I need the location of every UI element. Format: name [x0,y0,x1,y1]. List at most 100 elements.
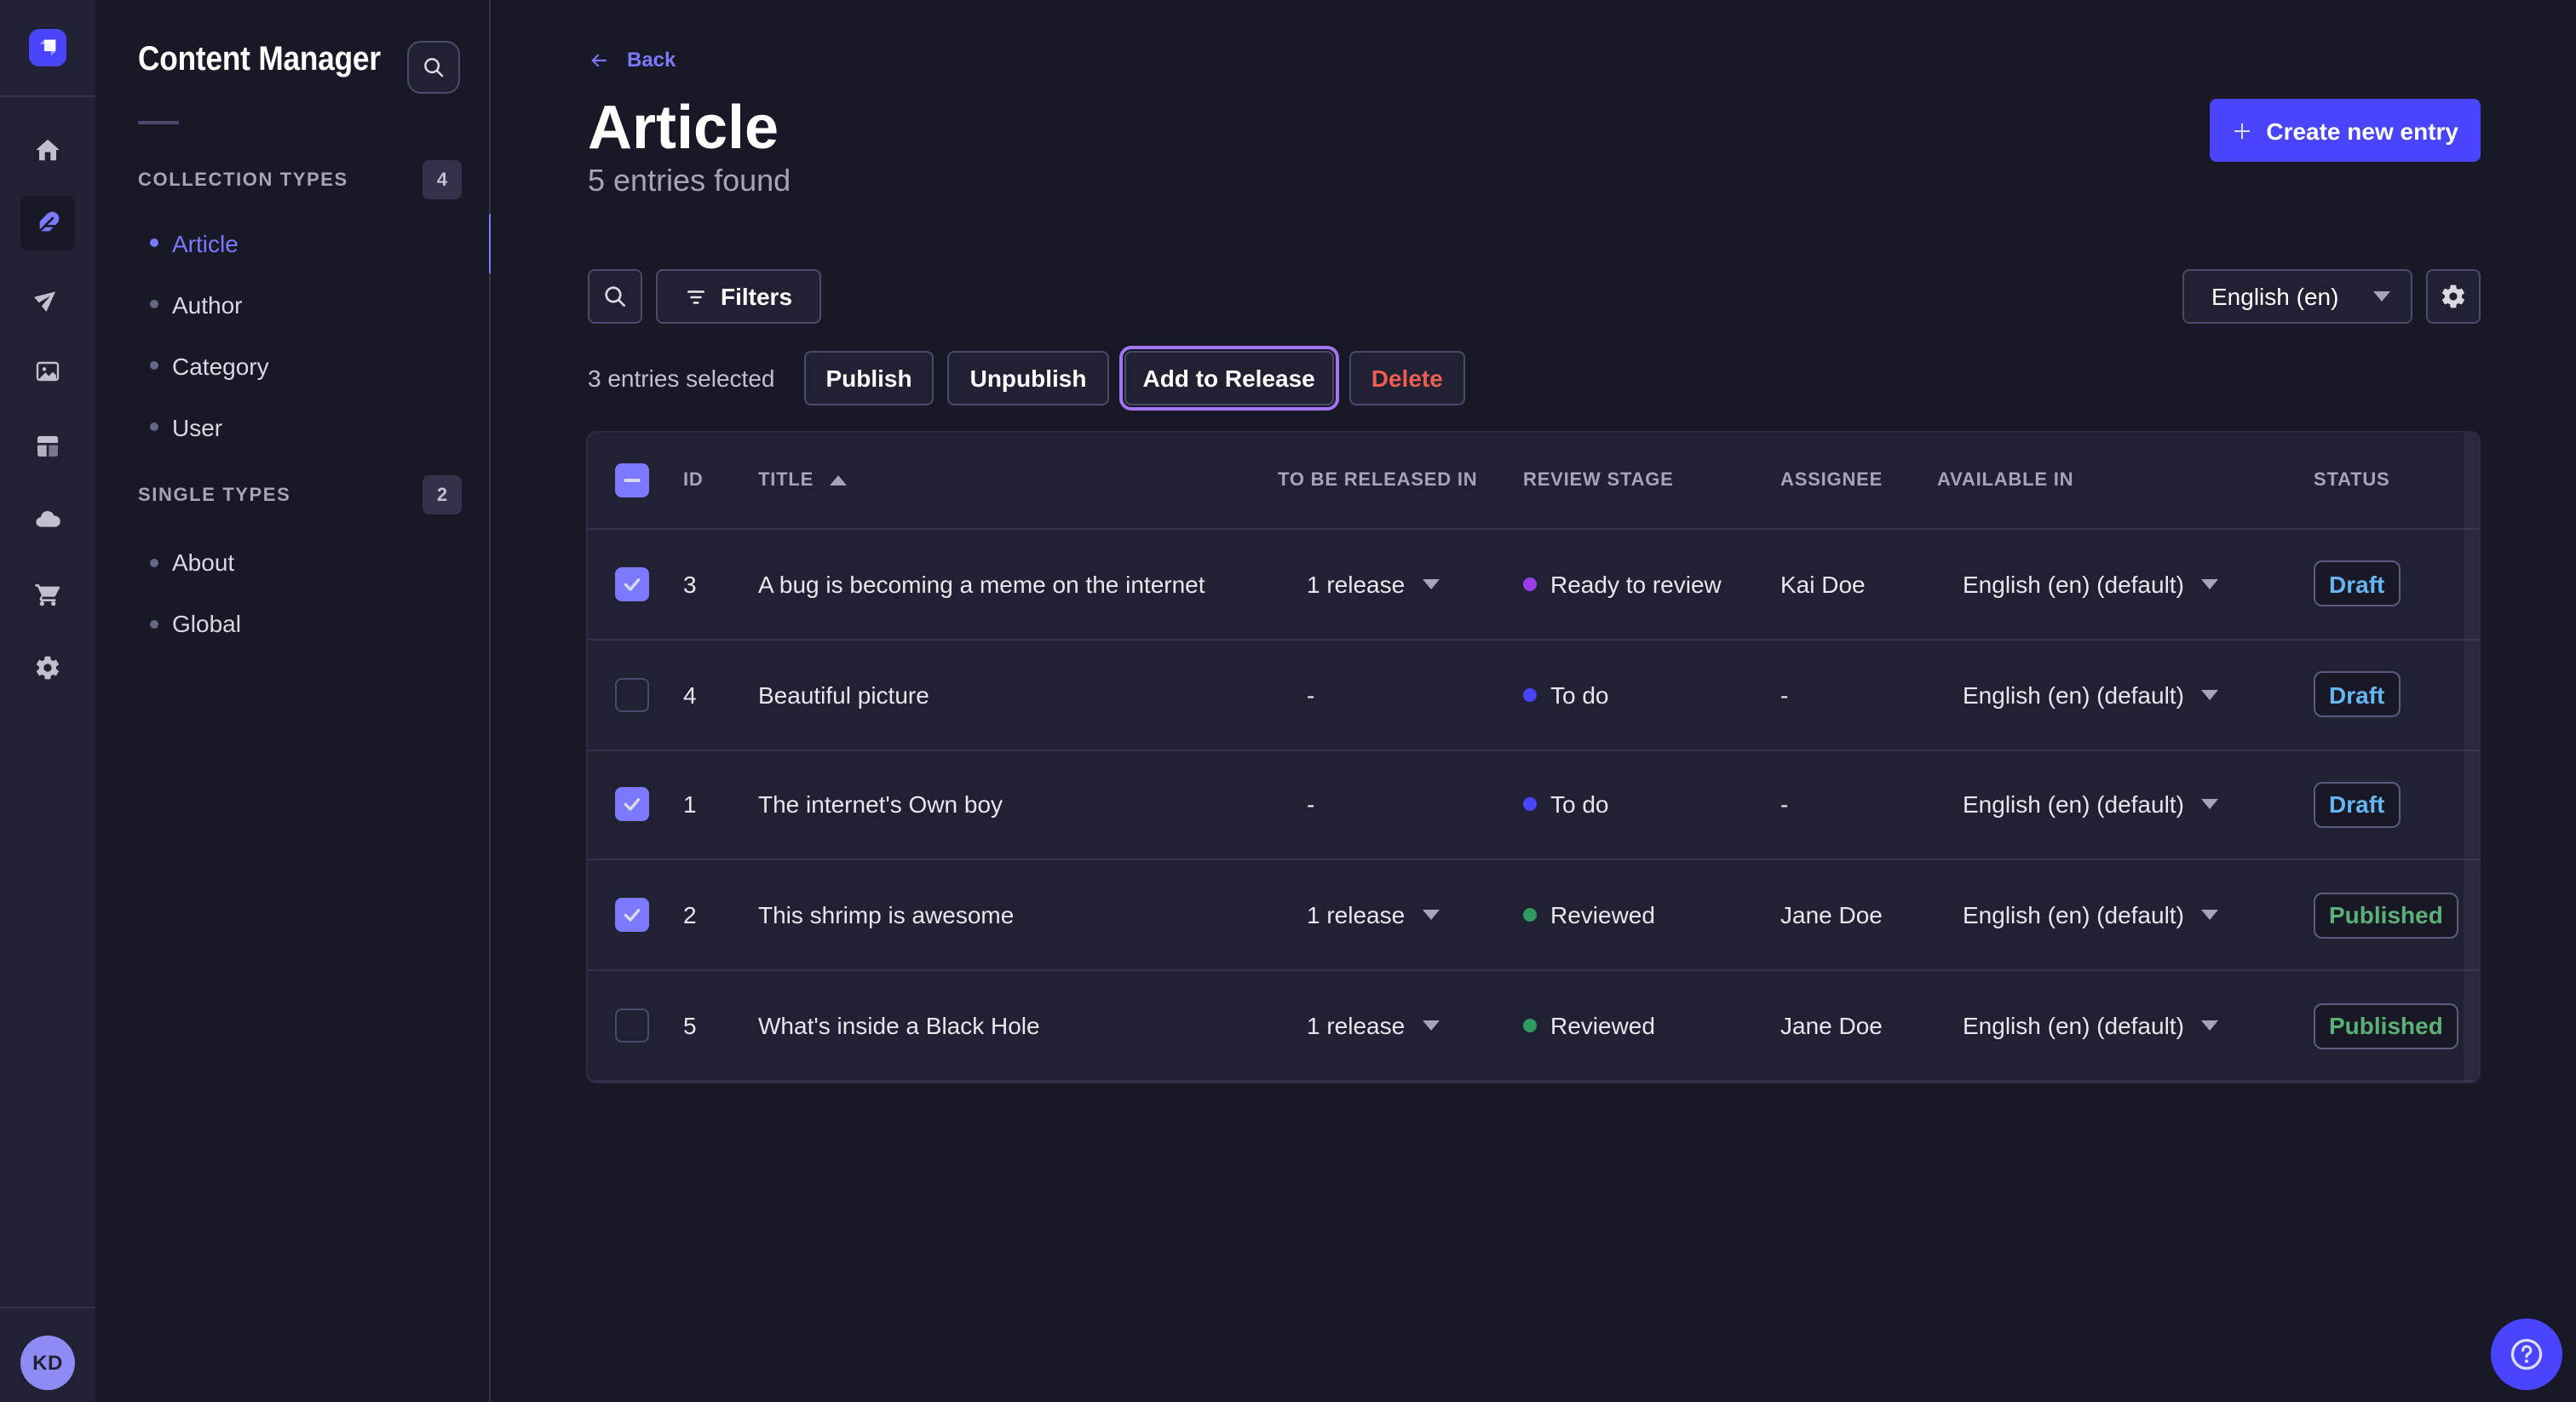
arrow-left-icon [588,49,610,71]
delete-button[interactable]: Delete [1349,351,1465,405]
filters-button[interactable]: Filters [656,269,821,324]
question-mark-icon [2508,1335,2545,1372]
unpublish-button[interactable]: Unpublish [948,351,1109,405]
publish-button[interactable]: Publish [803,351,934,405]
check-icon [622,795,642,815]
collection-types-list: Article Author Category User [95,212,489,457]
sidebar-item-article[interactable]: Article [95,212,489,273]
cell-release: - [1278,681,1523,708]
plus-icon [2232,120,2252,141]
strapi-logo[interactable] [29,29,66,66]
entries-table: ID TITLE TO BE RELEASED IN REVIEW STAGE … [588,433,2479,1082]
home-icon [34,136,61,164]
cell-review-stage: To do [1523,791,1780,819]
cell-available-in[interactable]: English (en) (default) [1937,902,2314,929]
subnav-title: Content Manager [138,42,381,76]
cell-title: This shrimp is awesome [758,902,1278,929]
cell-release[interactable]: 1 release [1278,902,1523,929]
sidebar-item-user[interactable]: User [95,396,489,457]
user-avatar[interactable]: KD [20,1336,75,1390]
column-header-release[interactable]: TO BE RELEASED IN [1278,470,1523,491]
sidebar-item-category[interactable]: Category [95,335,489,396]
table-search-button[interactable] [588,269,642,324]
column-header-title[interactable]: TITLE [758,470,1278,491]
table-row: 1 The internet's Own boy - To do - Engli… [588,750,2479,861]
stage-dot-icon [1523,798,1537,812]
bullet-icon [150,361,158,370]
status-badge: Published [2314,893,2458,939]
cell-available-in[interactable]: English (en) (default) [1937,791,2314,819]
check-icon [622,574,642,595]
cell-available-in[interactable]: English (en) (default) [1937,571,2314,598]
cell-title: The internet's Own boy [758,791,1278,819]
cell-available-in[interactable]: English (en) (default) [1937,1012,2314,1039]
row-checkbox[interactable] [615,567,649,601]
rail-divider-bottom [0,1307,95,1308]
sidebar-item-author[interactable]: Author [95,273,489,335]
chevron-down-icon [2201,579,2218,589]
column-header-available-in[interactable]: AVAILABLE IN [1937,470,2314,491]
view-settings-button[interactable] [2426,269,2481,324]
cell-assignee: Jane Doe [1780,1012,1937,1039]
cell-assignee: Kai Doe [1780,571,1937,598]
cell-title: A bug is becoming a meme on the internet [758,571,1278,598]
single-types-header: SINGLE TYPES 2 [138,475,462,514]
collection-types-count: 4 [423,160,462,199]
chevron-down-icon [2201,911,2218,921]
nav-marketplace-button[interactable] [20,566,75,621]
column-header-review-stage[interactable]: REVIEW STAGE [1523,470,1780,491]
locale-select[interactable]: English (en) [2182,269,2412,324]
nav-content-type-builder-button[interactable] [20,418,75,473]
stage-dot-icon [1523,577,1537,591]
indeterminate-dash-icon [622,470,642,491]
sidebar-item-global[interactable]: Global [95,593,489,654]
add-to-release-button[interactable]: Add to Release [1124,351,1333,405]
selected-count: 3 entries selected [588,365,774,392]
shopping-cart-icon [34,580,61,607]
cell-release[interactable]: 1 release [1278,1012,1523,1039]
nav-releases-button[interactable] [20,270,75,325]
gear-icon [2440,283,2467,310]
page-title: Article [588,92,779,164]
nav-deploy-button[interactable] [20,492,75,547]
create-entry-button[interactable]: Create new entry [2210,99,2481,162]
column-header-assignee[interactable]: ASSIGNEE [1780,470,1937,491]
filter-icon [685,285,707,307]
nav-settings-button[interactable] [20,641,75,695]
content-manager-subnav: Content Manager COLLECTION TYPES 4 Artic… [95,0,491,1402]
nav-content-manager-button[interactable] [20,196,75,250]
select-all-checkbox[interactable] [615,463,649,497]
column-header-id[interactable]: ID [683,470,758,491]
row-checkbox[interactable] [615,788,649,822]
row-checkbox[interactable] [615,677,649,711]
row-checkbox[interactable] [615,899,649,933]
sort-ascending-icon [829,475,846,486]
table-scrollbar[interactable] [2464,433,2479,1082]
table-row: 4 Beautiful picture - To do - English (e… [588,641,2479,751]
row-checkbox[interactable] [615,1008,649,1043]
nav-home-button[interactable] [20,123,75,177]
cell-title: Beautiful picture [758,681,1278,708]
cell-id: 5 [683,1012,758,1039]
main-nav-rail: KD [0,0,95,1402]
main-content: Back Article 5 entries found Create new … [491,0,2576,1402]
column-header-status[interactable]: STATUS [2314,470,2479,491]
bullet-icon [150,619,158,628]
status-badge: Draft [2314,561,2400,607]
back-link[interactable]: Back [588,48,676,72]
cloud-icon [34,506,61,533]
target-highlight-ring: Add to Release [1118,346,1338,411]
chevron-down-icon [2201,1020,2218,1031]
nav-media-library-button[interactable] [20,344,75,399]
cell-available-in[interactable]: English (en) (default) [1937,681,2314,708]
subnav-search-button[interactable] [407,41,460,94]
cell-release[interactable]: 1 release [1278,571,1523,598]
check-icon [622,905,642,926]
bullet-icon [150,238,158,247]
sidebar-item-about[interactable]: About [95,531,489,593]
cell-review-stage: To do [1523,681,1780,708]
cell-status: Published [2314,893,2479,939]
subnav-divider [138,121,179,124]
help-button[interactable] [2491,1318,2562,1389]
cell-id: 3 [683,571,758,598]
